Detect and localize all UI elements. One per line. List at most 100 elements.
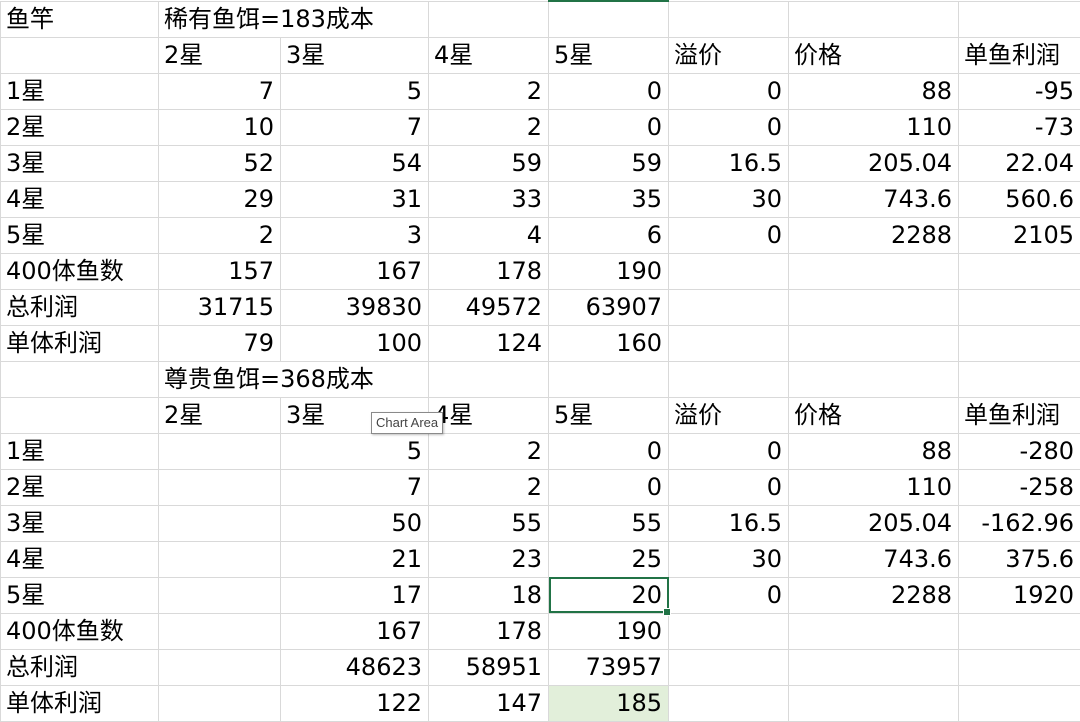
data-cell[interactable]: 17 — [281, 577, 429, 613]
data-cell[interactable]: 6 — [549, 217, 669, 253]
cell-empty[interactable] — [549, 361, 669, 397]
data-cell[interactable]: 30 — [669, 181, 789, 217]
data-cell[interactable]: 190 — [549, 253, 669, 289]
data-cell[interactable]: -280 — [959, 433, 1080, 469]
data-cell[interactable]: 25 — [549, 541, 669, 577]
data-cell[interactable]: 23 — [429, 541, 549, 577]
data-cell[interactable]: 52 — [159, 145, 281, 181]
data-cell[interactable]: 0 — [669, 109, 789, 145]
data-cell[interactable]: 35 — [549, 181, 669, 217]
data-cell[interactable]: 1920 — [959, 577, 1080, 613]
data-cell[interactable]: 30 — [669, 541, 789, 577]
data-cell[interactable]: 20 — [549, 577, 669, 613]
data-cell[interactable]: -162.96 — [959, 505, 1080, 541]
data-cell[interactable]: 560.6 — [959, 181, 1080, 217]
data-cell[interactable]: 22.04 — [959, 145, 1080, 181]
data-cell[interactable]: 55 — [429, 505, 549, 541]
data-cell[interactable]: 39830 — [281, 289, 429, 325]
data-cell[interactable] — [669, 649, 789, 685]
cell-section-title[interactable]: 尊贵鱼饵=368成本 — [159, 361, 429, 397]
data-cell[interactable]: 2 — [429, 109, 549, 145]
data-cell[interactable]: 157 — [159, 253, 281, 289]
row-label-cell[interactable]: 3星 — [1, 145, 159, 181]
data-cell[interactable]: 29 — [159, 181, 281, 217]
cell-empty[interactable] — [959, 361, 1080, 397]
data-cell[interactable]: 100 — [281, 325, 429, 361]
data-cell[interactable]: 16.5 — [669, 145, 789, 181]
data-cell[interactable] — [959, 649, 1080, 685]
data-cell[interactable]: 0 — [549, 73, 669, 109]
data-cell[interactable]: 10 — [159, 109, 281, 145]
spreadsheet-grid[interactable]: 鱼竿稀有鱼饵=183成本2星3星4星5星溢价价格单鱼利润1星7520088-95… — [0, 0, 1080, 722]
data-cell[interactable]: 743.6 — [789, 181, 959, 217]
data-cell[interactable] — [669, 613, 789, 649]
data-cell[interactable] — [669, 289, 789, 325]
data-cell[interactable]: 122 — [281, 685, 429, 721]
cell-empty[interactable] — [549, 1, 669, 37]
data-cell[interactable]: 0 — [669, 73, 789, 109]
data-cell[interactable]: 110 — [789, 469, 959, 505]
row-label-cell[interactable]: 1星 — [1, 73, 159, 109]
row-label-cell[interactable]: 2星 — [1, 469, 159, 505]
data-cell[interactable]: 59 — [429, 145, 549, 181]
cell-empty[interactable] — [429, 361, 549, 397]
row-label-cell[interactable]: 4星 — [1, 541, 159, 577]
column-header-cell[interactable]: 2星 — [159, 397, 281, 433]
data-cell[interactable]: 7 — [281, 469, 429, 505]
cell-section-title[interactable]: 稀有鱼饵=183成本 — [159, 1, 429, 37]
row-label-cell[interactable]: 单体利润 — [1, 685, 159, 721]
column-header-cell[interactable]: 5星 — [549, 397, 669, 433]
data-cell[interactable]: 0 — [669, 577, 789, 613]
data-cell[interactable]: -258 — [959, 469, 1080, 505]
data-cell[interactable] — [159, 505, 281, 541]
data-cell[interactable] — [789, 253, 959, 289]
column-header-cell[interactable]: 价格 — [789, 397, 959, 433]
column-header-cell[interactable] — [1, 397, 159, 433]
data-cell[interactable] — [959, 253, 1080, 289]
data-cell[interactable]: 55 — [549, 505, 669, 541]
data-cell[interactable] — [959, 289, 1080, 325]
column-header-cell[interactable]: 5星 — [549, 37, 669, 73]
data-cell[interactable]: 49572 — [429, 289, 549, 325]
row-label-cell[interactable]: 3星 — [1, 505, 159, 541]
data-cell[interactable]: 79 — [159, 325, 281, 361]
data-cell[interactable]: 185 — [549, 685, 669, 721]
cell-empty[interactable] — [789, 1, 959, 37]
cell-empty[interactable] — [959, 1, 1080, 37]
data-cell[interactable]: 0 — [549, 469, 669, 505]
data-cell[interactable] — [959, 685, 1080, 721]
column-header-cell[interactable]: 溢价 — [669, 37, 789, 73]
data-cell[interactable]: 7 — [159, 73, 281, 109]
data-cell[interactable]: 190 — [549, 613, 669, 649]
column-header-cell[interactable]: 溢价 — [669, 397, 789, 433]
cell-empty[interactable] — [669, 1, 789, 37]
data-cell[interactable]: 0 — [549, 433, 669, 469]
data-cell[interactable]: 0 — [549, 109, 669, 145]
column-header-cell[interactable]: 4星 — [429, 397, 549, 433]
data-cell[interactable] — [159, 541, 281, 577]
row-label-cell[interactable]: 2星 — [1, 109, 159, 145]
data-cell[interactable]: -95 — [959, 73, 1080, 109]
data-cell[interactable]: 375.6 — [959, 541, 1080, 577]
data-cell[interactable] — [669, 253, 789, 289]
data-cell[interactable]: 167 — [281, 253, 429, 289]
cell-empty[interactable] — [429, 1, 549, 37]
data-cell[interactable] — [159, 577, 281, 613]
row-label-cell[interactable]: 400体鱼数 — [1, 253, 159, 289]
column-header-cell[interactable]: 价格 — [789, 37, 959, 73]
data-cell[interactable] — [959, 325, 1080, 361]
cell-title-label[interactable]: 鱼竿 — [1, 1, 159, 37]
column-header-cell[interactable]: 单鱼利润 — [959, 397, 1080, 433]
data-cell[interactable]: 2 — [429, 73, 549, 109]
data-cell[interactable]: 178 — [429, 613, 549, 649]
data-cell[interactable] — [789, 289, 959, 325]
data-cell[interactable]: 21 — [281, 541, 429, 577]
data-cell[interactable] — [789, 613, 959, 649]
data-cell[interactable]: 110 — [789, 109, 959, 145]
data-cell[interactable]: 88 — [789, 433, 959, 469]
data-cell[interactable]: 18 — [429, 577, 549, 613]
cell-empty[interactable] — [669, 361, 789, 397]
data-cell[interactable]: 31 — [281, 181, 429, 217]
row-label-cell[interactable]: 总利润 — [1, 289, 159, 325]
data-cell[interactable] — [159, 649, 281, 685]
